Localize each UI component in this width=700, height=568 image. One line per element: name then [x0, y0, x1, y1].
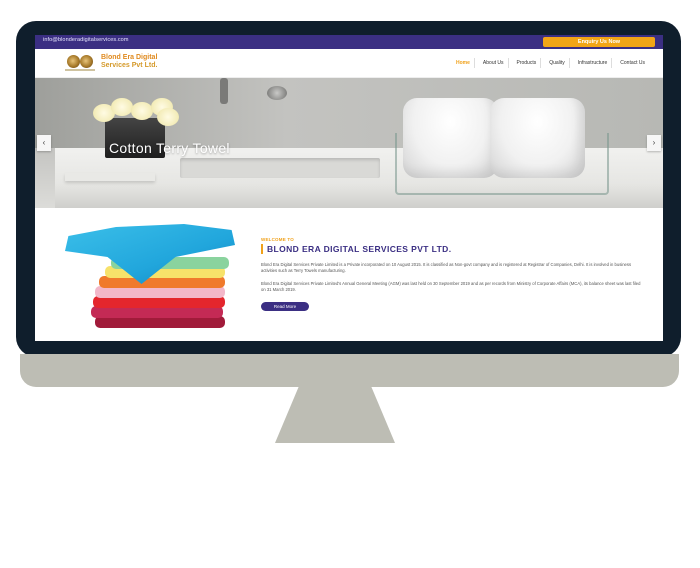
read-more-button[interactable]: Read More — [261, 302, 309, 311]
nav-products[interactable]: Products — [513, 58, 542, 68]
brand-line-1: Blond Era Digital — [101, 54, 158, 61]
logo-caption — [65, 69, 95, 71]
hero-caption: Cotton Terry Towel — [109, 140, 230, 156]
hero-tray — [65, 173, 155, 181]
about-paragraph-2: Blond Era Digital Services Private Limit… — [261, 281, 641, 293]
monitor-chin — [20, 354, 679, 387]
site-header: Blond Era Digital Services Pvt Ltd. Home… — [35, 49, 663, 78]
main-nav: Home About Us Products Quality Infrastru… — [452, 58, 649, 68]
enquiry-button[interactable]: Enquiry Us Now — [543, 37, 655, 47]
hero-slider: Cotton Terry Towel ‹ › — [35, 78, 663, 208]
hero-flowers — [93, 98, 179, 126]
about-section: WELCOME TO BLOND ERA DIGITAL SERVICES PV… — [35, 210, 663, 341]
nav-about-us[interactable]: About Us — [479, 58, 509, 68]
hero-towel-roll-2 — [490, 98, 585, 178]
hero-towel-roll-1 — [403, 98, 498, 178]
nav-quality[interactable]: Quality — [545, 58, 570, 68]
hero-sink — [180, 158, 380, 178]
nav-home[interactable]: Home — [452, 58, 475, 68]
top-bar: info@blonderadigitalservices.com Enquiry… — [35, 35, 663, 49]
website-screen: info@blonderadigitalservices.com Enquiry… — [35, 35, 663, 341]
nav-infrastructure[interactable]: Infrastructure — [574, 58, 613, 68]
brand-line-2: Services Pvt Ltd. — [101, 62, 158, 69]
chevron-right-icon[interactable]: › — [647, 135, 661, 151]
monitor-stand — [275, 386, 395, 443]
nav-contact-us[interactable]: Contact Us — [616, 58, 649, 68]
logo-emblem-left — [67, 55, 80, 68]
towel-stack-image — [65, 224, 235, 328]
about-paragraph-1: Blond Era Digital Services Private Limit… — [261, 262, 632, 274]
brand-name[interactable]: Blond Era Digital Services Pvt Ltd. — [101, 54, 191, 70]
monitor-frame: info@blonderadigitalservices.com Enquiry… — [16, 21, 681, 357]
about-title: BLOND ERA DIGITAL SERVICES PVT LTD. — [261, 244, 452, 254]
chevron-left-icon[interactable]: ‹ — [37, 135, 51, 151]
about-tag: WELCOME TO — [261, 237, 294, 242]
company-logo[interactable] — [65, 52, 95, 72]
faucet-image — [210, 78, 240, 118]
logo-emblem-right — [80, 55, 93, 68]
faucet-knob-image — [265, 82, 295, 122]
top-email-link[interactable]: info@blonderadigitalservices.com — [43, 37, 129, 43]
